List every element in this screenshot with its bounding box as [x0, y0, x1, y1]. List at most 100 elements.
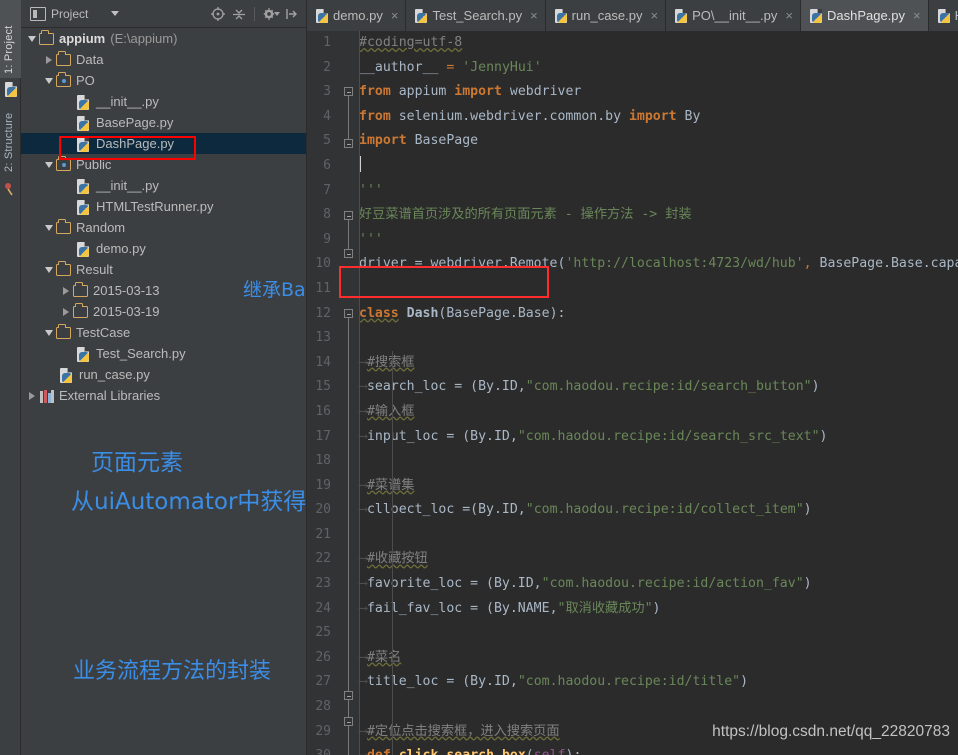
tree-row-external-libraries[interactable]: External Libraries	[21, 385, 307, 406]
line-number: 15	[315, 379, 331, 395]
tree-row-basepage[interactable]: BasePage.py	[21, 112, 307, 133]
python-file-icon	[76, 241, 92, 257]
project-selector[interactable]: Project	[25, 5, 124, 23]
code-line: ⟶fail_fav_loc = (By.NAME,"取消收藏成功")	[359, 600, 661, 616]
editor-tab-htmltestrunner[interactable]: H	[929, 0, 958, 31]
code-line: from appium import webdriver	[359, 84, 582, 100]
tree-row-demo[interactable]: demo.py	[21, 238, 307, 259]
line-number: 28	[315, 699, 331, 715]
line-number: 24	[315, 600, 331, 616]
hide-icon[interactable]	[282, 5, 300, 23]
gear-icon[interactable]	[261, 5, 280, 23]
tab-label: run_case.py	[571, 8, 643, 23]
source-folder-icon	[56, 71, 72, 88]
project-tree[interactable]: appium (E:\appium) Data PO __init__.py B…	[21, 28, 307, 406]
tree-row-appium[interactable]: appium (E:\appium)	[21, 28, 307, 49]
project-panel-header: Project	[21, 0, 307, 28]
editor-tab-demo[interactable]: demo.py ×	[307, 0, 407, 31]
tree-row-htmltestrunner[interactable]: HTMLTestRunner.py	[21, 196, 307, 217]
code-line: #coding=utf-8	[359, 31, 958, 56]
code-editor[interactable]: 1 2 3 4 5 6 7 8 9 10 11 12 13 14 15 16 1…	[307, 31, 958, 755]
library-icon	[39, 389, 55, 403]
line-number: 10	[315, 256, 331, 272]
tree-row-po[interactable]: PO	[21, 70, 307, 91]
expand-arrow-icon[interactable]	[42, 70, 56, 91]
code-text[interactable]: #coding=utf-8 __author__ = 'JennyHui' fr…	[359, 31, 958, 755]
fold-icon[interactable]	[344, 87, 353, 96]
tree-label: Random	[76, 220, 126, 235]
line-number: 23	[315, 576, 331, 592]
expand-arrow-icon[interactable]	[42, 217, 56, 238]
tree-path: (E:\appium)	[110, 31, 178, 46]
close-icon[interactable]: ×	[530, 8, 538, 23]
tree-row-dashpage[interactable]: DashPage.py	[21, 133, 307, 154]
tool-tab-structure[interactable]: 2: Structure	[0, 86, 21, 176]
line-number: 18	[315, 453, 331, 469]
folder-icon	[39, 29, 55, 46]
close-icon[interactable]: ×	[651, 8, 659, 23]
editor-tab-test-search[interactable]: Test_Search.py ×	[406, 0, 546, 31]
tree-label: run_case.py	[79, 367, 150, 382]
python-file-icon	[76, 178, 92, 194]
tree-row-po-init[interactable]: __init__.py	[21, 91, 307, 112]
ide-window: 1: Project 2: Structure Project appium (…	[0, 0, 958, 755]
tree-row-run-case[interactable]: run_case.py	[21, 364, 307, 385]
tree-row-2015-03-19[interactable]: 2015-03-19	[21, 301, 307, 322]
fold-icon[interactable]	[344, 249, 353, 258]
code-line: ⟶clloect_loc =(By.ID,"com.haodou.recipe:…	[359, 502, 812, 518]
expand-arrow-icon[interactable]	[25, 28, 39, 49]
expand-arrow-icon[interactable]	[42, 322, 56, 343]
expand-arrow-icon[interactable]	[25, 385, 39, 406]
close-icon[interactable]: ×	[785, 8, 793, 23]
tab-label: PO\__init__.py	[692, 8, 778, 23]
tree-row-data[interactable]: Data	[21, 49, 307, 70]
expand-arrow-icon[interactable]	[42, 259, 56, 280]
line-number: 27	[315, 674, 331, 690]
expand-arrow-icon[interactable]	[42, 49, 56, 70]
editor-tab-dashpage[interactable]: DashPage.py ×	[800, 0, 929, 31]
collapse-all-icon[interactable]	[230, 5, 248, 23]
expand-arrow-icon[interactable]	[42, 154, 56, 175]
annotation-page-elements: 页面元素	[91, 450, 183, 476]
fold-line	[348, 96, 349, 140]
python-file-icon	[809, 8, 822, 23]
close-icon[interactable]: ×	[391, 8, 399, 23]
fold-icon[interactable]	[344, 717, 353, 726]
line-number: 12	[315, 305, 331, 321]
tool-tab-project[interactable]: 1: Project	[0, 0, 21, 78]
code-folding-gutter[interactable]	[337, 31, 359, 755]
fold-icon[interactable]	[344, 309, 353, 318]
editor-tab-run-case[interactable]: run_case.py ×	[546, 0, 667, 31]
tree-label: 2015-03-13	[93, 283, 160, 298]
chevron-down-icon[interactable]	[111, 11, 120, 16]
tree-row-public[interactable]: Public	[21, 154, 307, 175]
python-file-icon	[675, 8, 688, 23]
fold-icon[interactable]	[344, 211, 353, 220]
python-file-icon	[554, 8, 567, 23]
editor-tab-po-init[interactable]: PO\__init__.py ×	[666, 0, 801, 31]
expand-arrow-icon[interactable]	[59, 301, 73, 322]
fold-icon[interactable]	[344, 691, 353, 700]
expand-arrow-icon[interactable]	[59, 280, 73, 301]
annotation-business-flow: 业务流程方法的封装	[73, 659, 272, 684]
tree-row-random[interactable]: Random	[21, 217, 307, 238]
tree-label: PO	[76, 73, 95, 88]
tab-label: DashPage.py	[826, 8, 906, 23]
locate-icon[interactable]	[209, 5, 227, 23]
tree-row-public-init[interactable]: __init__.py	[21, 175, 307, 196]
tree-row-test-search[interactable]: Test_Search.py	[21, 343, 307, 364]
line-number: 5	[323, 133, 331, 149]
line-number: 26	[315, 649, 331, 665]
tree-row-testcase[interactable]: TestCase	[21, 322, 307, 343]
line-number: 19	[315, 477, 331, 493]
close-icon[interactable]: ×	[913, 8, 921, 23]
python-file-icon	[415, 8, 428, 23]
project-icon	[30, 6, 46, 21]
fold-icon[interactable]	[344, 139, 353, 148]
python-file-icon	[316, 8, 328, 23]
tree-label: TestCase	[76, 325, 131, 340]
